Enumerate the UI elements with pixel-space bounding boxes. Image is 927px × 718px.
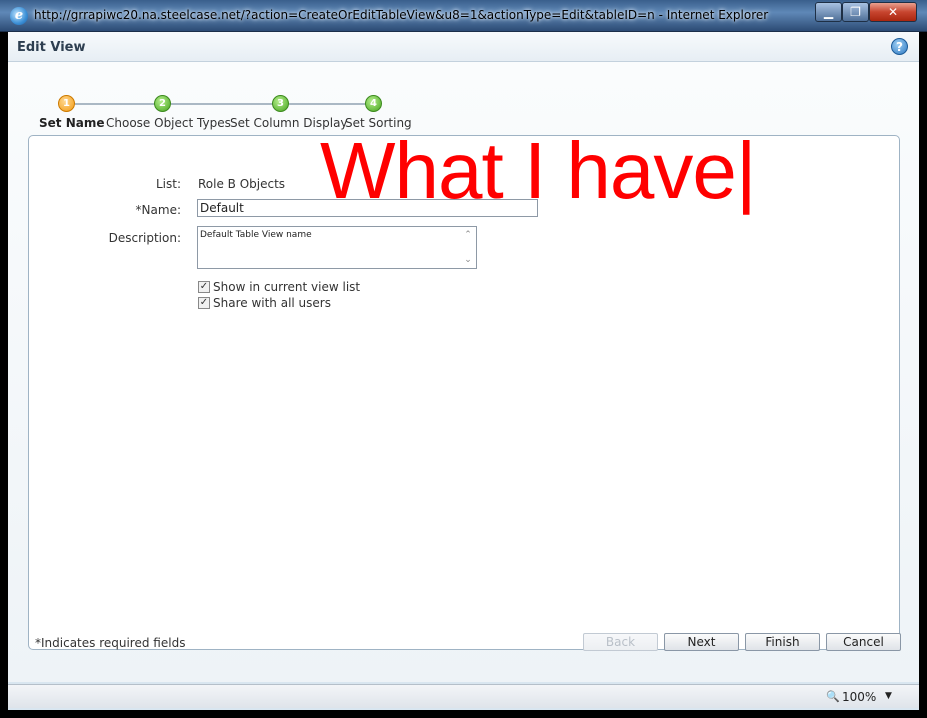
step-3-icon[interactable]: 3 bbox=[272, 95, 289, 112]
list-label: List: bbox=[155, 177, 181, 191]
annotation-overlay: What I have| bbox=[320, 126, 757, 215]
minimize-button[interactable]: ▁ bbox=[815, 2, 842, 22]
step-1-icon[interactable]: 1 bbox=[58, 95, 75, 112]
step-connector bbox=[75, 103, 163, 105]
window-title: http://grrapiwc20.na.steelcase.net/?acti… bbox=[34, 8, 769, 22]
step-2-icon[interactable]: 2 bbox=[154, 95, 171, 112]
dialog-header: Edit View ? bbox=[8, 32, 919, 62]
cancel-button[interactable]: Cancel bbox=[826, 633, 901, 651]
share-row[interactable]: ✓ Share with all users bbox=[198, 296, 331, 310]
step-connector bbox=[171, 103, 281, 105]
close-button[interactable]: ✕ bbox=[869, 2, 917, 22]
list-value: Role B Objects bbox=[198, 177, 286, 191]
next-button[interactable]: Next bbox=[664, 633, 739, 651]
step-4-icon[interactable]: 4 bbox=[365, 95, 382, 112]
description-textarea[interactable]: Default Table View name ⌃ ⌄ bbox=[197, 226, 477, 269]
description-label: Description: bbox=[108, 231, 181, 245]
zoom-icon[interactable]: 🔍 bbox=[826, 690, 840, 703]
scroll-down-icon[interactable]: ⌄ bbox=[462, 255, 474, 265]
required-note: *Indicates required fields bbox=[35, 636, 186, 650]
name-label: *Name: bbox=[135, 203, 181, 217]
help-icon[interactable]: ? bbox=[891, 38, 908, 55]
zoom-level[interactable]: 100% bbox=[842, 690, 876, 704]
show-in-list-label: Show in current view list bbox=[213, 280, 361, 294]
step-connector bbox=[289, 103, 374, 105]
dialog-title: Edit View bbox=[17, 40, 86, 55]
finish-button[interactable]: Finish bbox=[745, 633, 820, 651]
browser-window: e http://grrapiwc20.na.steelcase.net/?ac… bbox=[0, 0, 927, 718]
show-in-list-checkbox[interactable]: ✓ bbox=[198, 281, 210, 293]
dialog-footer: *Indicates required fields Back Next Fin… bbox=[8, 622, 919, 662]
description-text: Default Table View name bbox=[200, 230, 312, 240]
chevron-down-icon[interactable]: ▼ bbox=[885, 691, 892, 701]
share-label: Share with all users bbox=[213, 296, 331, 310]
scroll-up-icon[interactable]: ⌃ bbox=[462, 230, 474, 240]
client-area: Edit View ? 1 2 3 4 Set Name Choose Obje… bbox=[8, 32, 919, 710]
maximize-button[interactable]: ❐ bbox=[842, 2, 869, 22]
step-1-label[interactable]: Set Name bbox=[39, 116, 104, 130]
status-bar: 🔍 100% ▼ bbox=[8, 684, 919, 708]
title-bar[interactable]: e http://grrapiwc20.na.steelcase.net/?ac… bbox=[0, 0, 927, 32]
share-checkbox[interactable]: ✓ bbox=[198, 297, 210, 309]
back-button[interactable]: Back bbox=[583, 633, 658, 651]
wizard-area: 1 2 3 4 Set Name Choose Object Types Set… bbox=[8, 62, 919, 682]
ie-icon: e bbox=[10, 7, 28, 25]
step-2-label[interactable]: Choose Object Types bbox=[106, 116, 231, 130]
show-in-list-row[interactable]: ✓ Show in current view list bbox=[198, 280, 360, 294]
